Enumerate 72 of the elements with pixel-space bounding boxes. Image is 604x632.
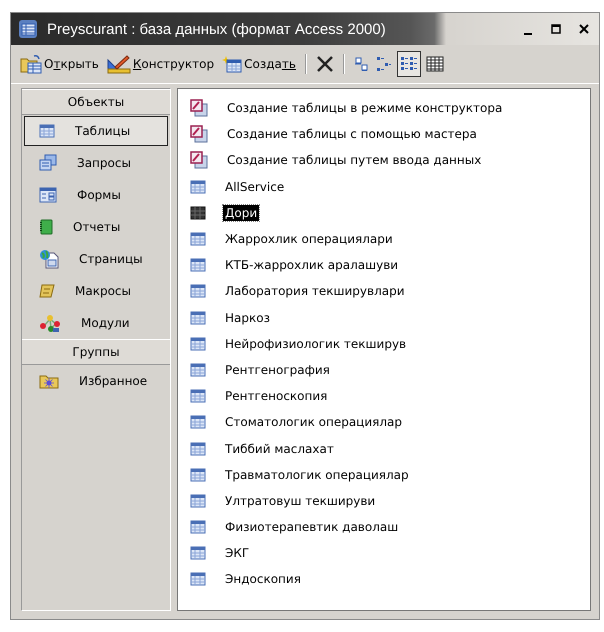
table-icon	[190, 362, 206, 377]
list-item[interactable]: Дори	[223, 204, 260, 221]
table-icon	[39, 124, 55, 138]
table-icon	[190, 206, 206, 220]
window-title: Preyscurant : база данных (формат Access 2000)	[47, 20, 387, 38]
table-icon	[190, 415, 206, 430]
table-icon	[190, 468, 206, 482]
section-header: Объекты	[22, 89, 170, 115]
folder-icon	[20, 54, 42, 74]
folder-icon	[39, 373, 59, 389]
table-icon	[190, 494, 206, 508]
list-item[interactable]: Стоматологик операциялар	[223, 414, 404, 430]
table-icon	[190, 442, 206, 456]
list-item[interactable]: Эндоскопия	[223, 571, 303, 588]
view-button[interactable]	[396, 51, 421, 77]
sidebar-item[interactable]: Отчеты	[24, 212, 168, 242]
list-item[interactable]: ЭКГ	[223, 545, 252, 562]
list-item[interactable]: Жаррохлик операциялари	[223, 231, 395, 248]
table-icon	[190, 546, 206, 560]
list-item[interactable]: Физиотерапевтик даволаш	[223, 519, 400, 536]
sidebar-item[interactable]: Запросы	[24, 148, 168, 178]
sidebar-item[interactable]: Макросы	[24, 276, 168, 306]
list-item[interactable]: КТБ-жаррохлик аралашуви	[223, 257, 400, 274]
design-button[interactable]: Конструктор	[104, 51, 218, 77]
list-item[interactable]: Тиббий маслахат	[223, 440, 336, 457]
web-page-icon	[39, 249, 59, 269]
table-icon	[190, 180, 206, 194]
notebook-icon	[39, 219, 53, 235]
list-item[interactable]: Рентгеноскопия	[223, 388, 330, 404]
minimize-icon	[524, 33, 532, 35]
sidebar-item[interactable]: Избранное	[24, 366, 168, 396]
wizard-icon	[190, 125, 208, 144]
list-item[interactable]: Создание таблицы в режиме конструктора	[225, 100, 504, 116]
table-icon	[190, 336, 206, 351]
list-item[interactable]: Создание таблицы путем ввода данных	[225, 152, 484, 168]
list-item[interactable]: Лаборатория текширувлари	[223, 283, 407, 300]
table-icon	[190, 520, 206, 534]
details-view-icon	[426, 56, 444, 72]
new-button[interactable]: Создать	[219, 51, 299, 77]
list-item[interactable]: Наркоз	[223, 310, 272, 326]
sidebar-item[interactable]: Формы	[24, 180, 168, 210]
sidebar-item[interactable]: Таблицы	[24, 116, 168, 146]
table-icon	[190, 310, 206, 325]
list-item[interactable]: Нейрофизиологик текширув	[223, 336, 408, 352]
table-icon	[190, 389, 206, 404]
large-icons-icon	[354, 57, 368, 71]
sidebar-item[interactable]: Страницы	[24, 244, 168, 274]
list-view-icon	[400, 56, 418, 72]
wizard-icon	[190, 151, 208, 170]
new-table-icon	[222, 55, 242, 73]
small-icons-icon	[376, 56, 392, 72]
open-button[interactable]: Открыть	[17, 51, 102, 77]
list-item[interactable]: Травматологик операциялар	[223, 466, 411, 483]
table-icon	[190, 258, 206, 272]
query-icon	[39, 154, 57, 172]
section-header: Группы	[22, 339, 170, 365]
molecule-icon	[39, 313, 61, 333]
database-icon	[17, 18, 39, 40]
form-icon	[39, 187, 57, 203]
wizard-icon	[190, 99, 208, 118]
close-icon	[578, 23, 590, 35]
list-item[interactable]: Создание таблицы с помощью мастера	[225, 126, 479, 142]
list-item[interactable]: Рентгенография	[223, 362, 332, 378]
list-item[interactable]: AllService	[223, 178, 286, 195]
table-icon	[190, 232, 206, 246]
table-icon	[190, 572, 206, 586]
maximize-icon	[550, 23, 562, 35]
list-item[interactable]: Ултратовуш текшируви	[223, 492, 378, 509]
table-icon	[190, 284, 206, 298]
sidebar-item[interactable]: Модули	[24, 308, 168, 338]
scroll-icon	[39, 284, 55, 298]
ruler-pencil-icon	[106, 54, 131, 74]
